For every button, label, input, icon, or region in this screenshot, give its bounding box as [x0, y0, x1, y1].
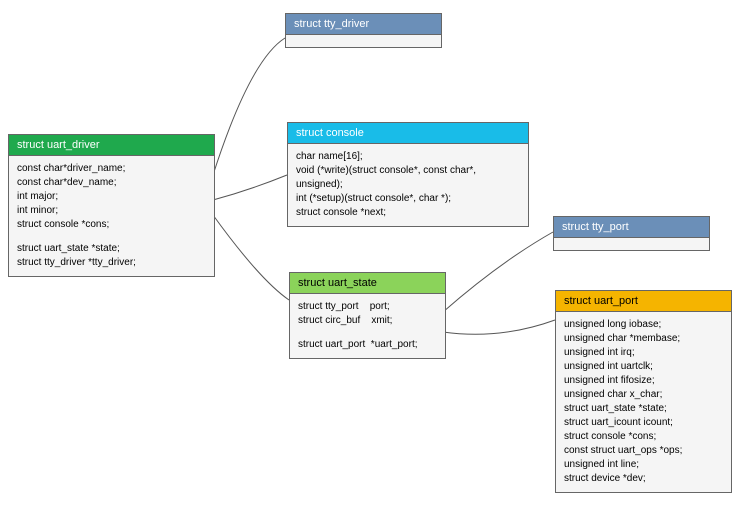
box-title-uart-port: struct uart_port	[556, 291, 731, 312]
box-body-uart-driver: const char*driver_name; const char*dev_n…	[9, 156, 214, 276]
box-tty-port: struct tty_port	[553, 216, 710, 251]
box-title-tty-driver: struct tty_driver	[286, 14, 441, 35]
box-body-uart-state: struct tty_port port; struct circ_buf xm…	[290, 294, 445, 358]
box-console: struct console char name[16]; void (*wri…	[287, 122, 529, 227]
box-body-console: char name[16]; void (*write)(struct cons…	[288, 144, 528, 226]
box-uart-port: struct uart_port unsigned long iobase; u…	[555, 290, 732, 493]
box-title-console: struct console	[288, 123, 528, 144]
box-body-tty-port	[554, 238, 709, 250]
box-title-uart-state: struct uart_state	[290, 273, 445, 294]
box-title-uart-driver: struct uart_driver	[9, 135, 214, 156]
box-body-uart-port: unsigned long iobase; unsigned char *mem…	[556, 312, 731, 492]
box-body-tty-driver	[286, 35, 441, 47]
box-uart-state: struct uart_state struct tty_port port; …	[289, 272, 446, 359]
box-uart-driver: struct uart_driver const char*driver_nam…	[8, 134, 215, 277]
box-tty-driver: struct tty_driver	[285, 13, 442, 48]
box-title-tty-port: struct tty_port	[554, 217, 709, 238]
